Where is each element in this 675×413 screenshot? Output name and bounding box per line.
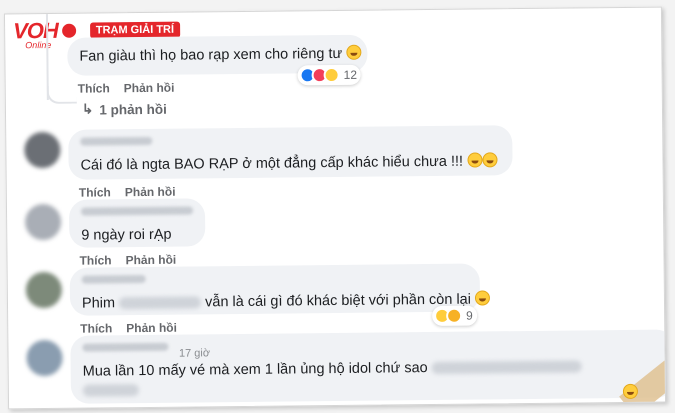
reaction-count: 12: [343, 67, 358, 82]
hand-emoji-icon: [474, 290, 491, 306]
author-name-blurred[interactable]: [81, 274, 146, 284]
reply-button[interactable]: Phản hồi: [124, 81, 175, 96]
author-name-blurred[interactable]: [80, 206, 194, 216]
like-button[interactable]: Thích: [79, 253, 111, 267]
comment-text: Phim vẫn là cái gì đó khác biệt với phần…: [81, 290, 491, 312]
timestamp: [188, 80, 205, 94]
comment-bubble: 9 ngày roi rẠp: [68, 198, 206, 248]
comment-actions: Thích Phản hồi: [78, 80, 205, 96]
haha-reaction-icon: [323, 66, 340, 84]
author-name-blurred[interactable]: [82, 342, 169, 352]
view-replies-label: 1 phản hồi: [99, 101, 167, 117]
comment-text: Mua lần 10 mấy vé mà xem 1 lần ủng hộ id…: [83, 358, 582, 398]
blurred-movie-title: [119, 296, 202, 310]
like-button[interactable]: Thích: [79, 185, 111, 199]
comment-section-card: VOH Online TRẠM GIẢI TRÍ Fan giàu thì họ…: [3, 6, 667, 410]
rofl-emoji-icon: [466, 152, 483, 168]
avatar[interactable]: [26, 339, 63, 377]
reaction-count: 9: [466, 308, 473, 323]
reply-button[interactable]: Phản hồi: [125, 185, 176, 200]
avatar[interactable]: [24, 203, 62, 241]
comment-text-end: vẫn là cái gì đó khác biệt với phần còn …: [205, 291, 472, 311]
comment-text: Cái đó là ngta BAO RẠP ở một đẳng cấp kh…: [80, 152, 498, 174]
author-name-blurred[interactable]: [80, 136, 153, 146]
avatar[interactable]: [24, 131, 61, 169]
microphone-icon: [61, 23, 76, 38]
comment-text-content: Cái đó là ngta BAO RẠP ở một đẳng cấp kh…: [80, 153, 464, 174]
reply-button[interactable]: Phản hồi: [125, 253, 176, 268]
reply-arrow-icon: ↳: [81, 101, 94, 117]
comment-actions: Thích Phản hồi: [79, 253, 176, 268]
grinning-emoji-icon: [346, 44, 362, 60]
comment-text-content: Fan giàu thì họ bao rạp xem cho riêng tư: [79, 45, 343, 65]
like-button[interactable]: Thích: [80, 321, 112, 335]
comment-text: Fan giàu thì họ bao rạp xem cho riêng tư: [79, 44, 362, 65]
comment-bubble: 17 giờ Mua lần 10 mấy vé mà xem 1 lần ủn…: [70, 329, 667, 404]
reaction-summary[interactable]: 12: [297, 64, 362, 86]
timestamp: 17 giờ: [178, 347, 211, 360]
comment-bubble: Phim vẫn là cái gì đó khác biệt với phần…: [69, 263, 491, 316]
comment-actions: Thích Phản hồi: [80, 321, 177, 336]
blurred-mention[interactable]: [431, 360, 582, 375]
comment-text-start: Phim: [81, 295, 116, 312]
comment-actions: Thích Phản hồi: [79, 185, 176, 200]
like-button[interactable]: Thích: [78, 81, 110, 95]
avatar[interactable]: [25, 271, 63, 309]
reaction-summary[interactable]: 9: [432, 305, 477, 326]
rofl-emoji-icon: [481, 152, 498, 168]
comment-bubble: Cái đó là ngta BAO RẠP ở một đẳng cấp kh…: [68, 125, 513, 180]
view-replies-link[interactable]: ↳ 1 phản hồi: [82, 101, 167, 118]
comment-text: 9 ngày roi rẠp: [81, 226, 172, 244]
blurred-mention-continued[interactable]: [82, 384, 139, 397]
wow-reaction-icon: [446, 307, 463, 324]
thread-connector: [46, 85, 77, 105]
reply-button[interactable]: Phản hồi: [126, 321, 177, 336]
smiling-emoji-icon: [622, 383, 639, 399]
comment-text-content: Mua lần 10 mấy vé mà xem 1 lần ủng hộ id…: [82, 360, 428, 380]
